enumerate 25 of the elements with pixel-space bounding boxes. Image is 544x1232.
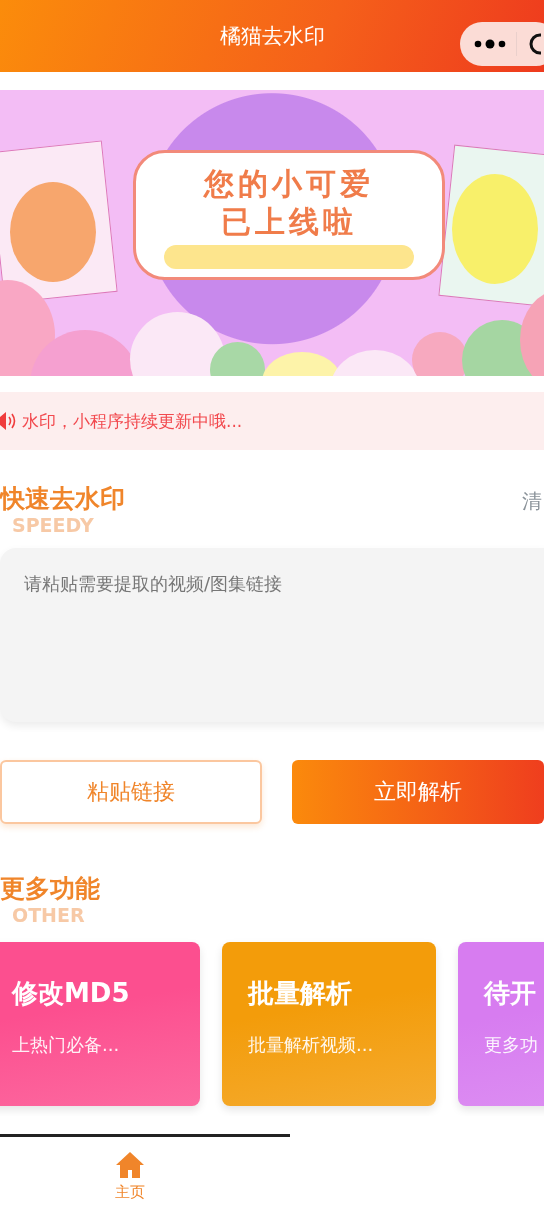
speaker-icon xyxy=(0,412,16,430)
home-icon xyxy=(115,1151,145,1179)
feature-title: 待开 xyxy=(484,977,537,1010)
feature-description: 上热门必备... xyxy=(12,1033,121,1057)
feature-title: 修改MD5 xyxy=(12,977,131,1010)
feature-description: 批量解析视频... xyxy=(248,1033,375,1057)
capsule-menu[interactable] xyxy=(460,22,544,66)
feature-card[interactable]: 修改MD5 上热门必备... xyxy=(0,942,200,1106)
feature-card[interactable]: 批量解析 批量解析视频... xyxy=(222,942,436,1106)
feature-description: 更多功 xyxy=(484,1033,539,1057)
banner-headline: 已上线啦 xyxy=(221,203,357,241)
section-watermark-text: SPEEDY xyxy=(12,515,94,535)
feature-title: 批量解析 xyxy=(248,977,353,1010)
more-icon[interactable] xyxy=(474,39,506,49)
parse-button[interactable]: 立即解析 xyxy=(291,760,544,824)
window-title: 橘猫去水印 xyxy=(219,23,325,50)
section-watermark-text: OTHER xyxy=(12,905,85,925)
home-tab[interactable]: 主页 xyxy=(0,1137,260,1203)
link-input-field[interactable]: 请粘贴需要提取的视频/图集链接 xyxy=(0,548,544,722)
notice-text: 水印，小程序持续更新中哦... xyxy=(22,409,243,433)
banner-headline: 您的小可爱 xyxy=(204,165,374,203)
clear-link[interactable]: 清 xyxy=(522,488,542,515)
feature-card[interactable]: 待开 更多功 xyxy=(458,942,544,1106)
paste-link-button[interactable]: 粘贴链接 xyxy=(0,760,262,824)
section-title: 更多功能 xyxy=(0,874,100,904)
